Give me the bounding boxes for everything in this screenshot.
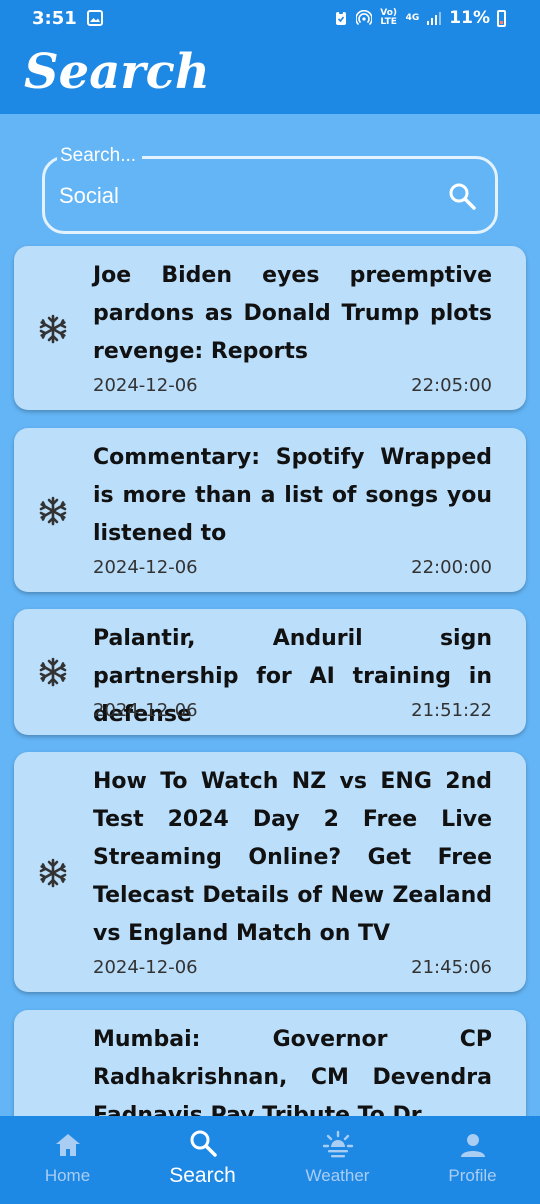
snowflake-icon: [39, 858, 67, 888]
nav-search[interactable]: Search: [135, 1116, 270, 1204]
article-date: 2024-12-06: [93, 700, 198, 721]
battery-percent: 11%: [449, 8, 490, 28]
article-time: 22:00:00: [411, 557, 492, 578]
battery-icon: [497, 9, 506, 27]
bottom-navigation: Home Search Weather Profile: [0, 1116, 540, 1204]
weather-icon: [322, 1130, 353, 1158]
search-icon[interactable]: [447, 181, 477, 211]
nav-home-label: Home: [44, 1166, 91, 1185]
profile-icon: [460, 1134, 485, 1157]
snowflake-icon: [39, 314, 67, 344]
article-card[interactable]: How To Watch NZ vs ENG 2nd Test 2024 Day…: [14, 752, 526, 992]
signal-icon: [427, 12, 442, 25]
search-icon: [190, 1130, 217, 1157]
app-bar: Search: [0, 36, 540, 114]
nav-home[interactable]: Home: [0, 1116, 135, 1204]
article-title: Commentary: Spotify Wrapped is more than…: [93, 445, 492, 546]
article-date: 2024-12-06: [93, 375, 198, 396]
image-icon: [86, 10, 103, 26]
article-card[interactable]: Commentary: Spotify Wrapped is more than…: [14, 428, 526, 592]
nav-profile[interactable]: Profile: [405, 1116, 540, 1204]
nav-search-label: Search: [169, 1164, 236, 1187]
article-title: How To Watch NZ vs ENG 2nd Test 2024 Day…: [93, 769, 492, 946]
article-time: 21:51:22: [411, 700, 492, 721]
search-input[interactable]: [59, 183, 419, 209]
status-bar: 3:51 Vo) LTE 4G 11%: [0, 0, 540, 36]
article-time: 22:05:00: [411, 375, 492, 396]
article-card[interactable]: Joe Biden eyes preemptive pardons as Don…: [14, 246, 526, 410]
home-icon: [55, 1134, 80, 1156]
hotspot-icon: [355, 10, 372, 26]
article-card[interactable]: Palantir, Anduril sign partnership for A…: [14, 609, 526, 735]
nav-weather-label: Weather: [305, 1166, 370, 1185]
article-date: 2024-12-06: [93, 957, 198, 978]
article-title: Joe Biden eyes preemptive pardons as Don…: [93, 263, 492, 364]
volte-indicator: Vo) LTE: [380, 8, 398, 27]
nav-weather[interactable]: Weather: [270, 1116, 405, 1204]
article-time: 21:45:06: [411, 957, 492, 978]
search-label: Search...: [57, 145, 143, 167]
page-title: Search: [24, 44, 210, 100]
article-date: 2024-12-06: [93, 557, 198, 578]
status-time: 3:51: [32, 7, 77, 29]
snowflake-icon: [39, 496, 67, 526]
network-type-indicator: 4G: [405, 12, 420, 23]
clipboard-icon: [335, 11, 346, 25]
snowflake-icon: [39, 657, 67, 687]
search-field[interactable]: Search...: [42, 145, 498, 234]
nav-profile-label: Profile: [448, 1166, 497, 1185]
